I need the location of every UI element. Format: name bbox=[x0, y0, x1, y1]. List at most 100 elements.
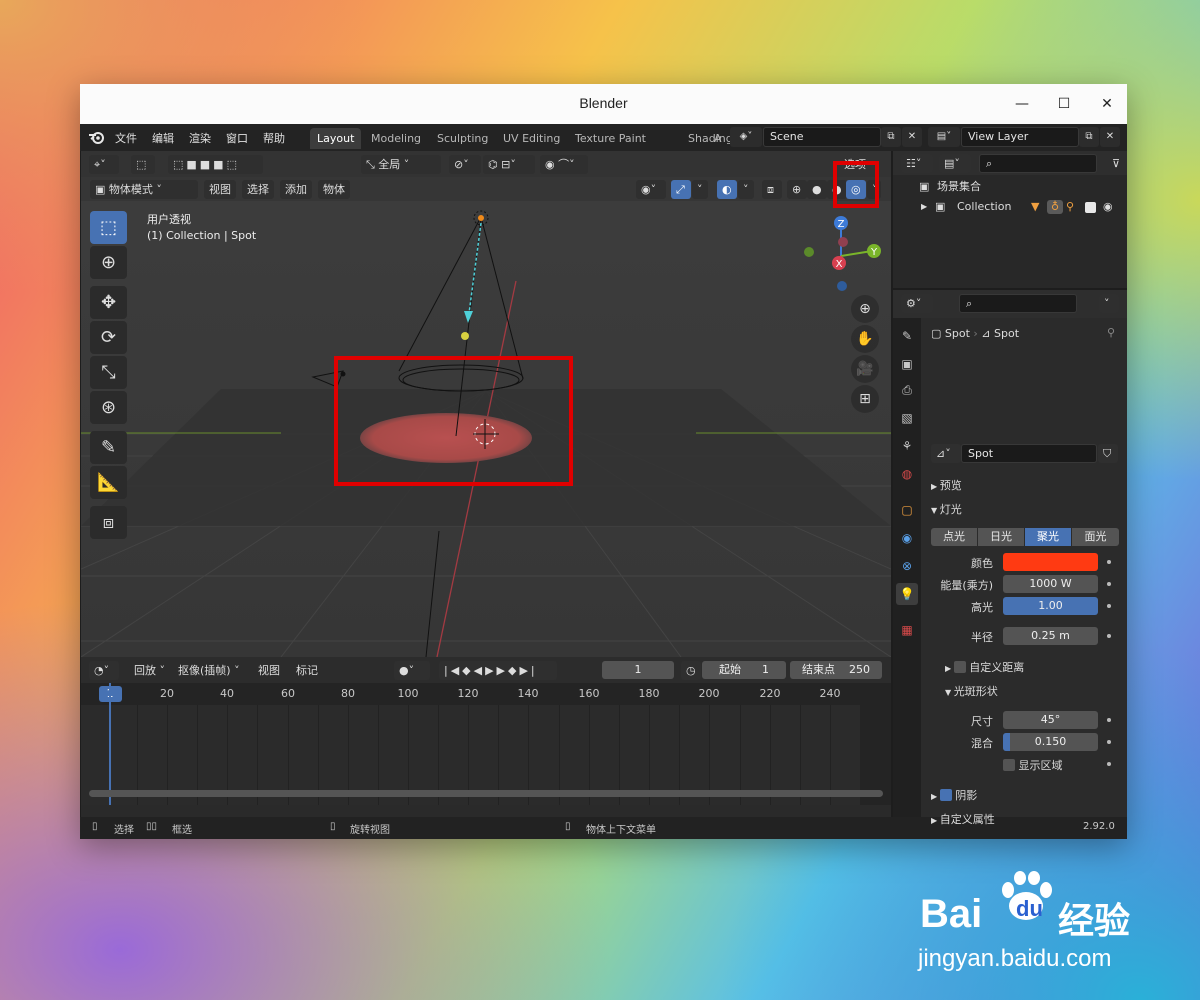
color-swatch[interactable] bbox=[1003, 553, 1098, 571]
menu-add[interactable]: 添加 bbox=[280, 180, 312, 199]
new-view-layer-icon[interactable]: ⧉ bbox=[1079, 127, 1099, 147]
maximize-button[interactable]: ☐ bbox=[1051, 92, 1077, 116]
tab-sculpting[interactable]: Sculpting bbox=[430, 128, 495, 149]
gizmo-dropdown-icon[interactable]: ˅ bbox=[692, 180, 708, 199]
cursor-tool-icon[interactable]: ⊕ bbox=[90, 246, 127, 279]
physics-tab-icon[interactable]: ◉ bbox=[896, 527, 918, 549]
timeline-editor-type-icon[interactable]: ◔˅ bbox=[89, 661, 119, 680]
expand-arrow-icon[interactable]: ▶ bbox=[921, 197, 927, 217]
animate-dot-icon[interactable] bbox=[1107, 560, 1111, 564]
spot-shape-subpanel-header[interactable]: ▼ 光斑形状 bbox=[945, 683, 998, 699]
close-button[interactable]: ✕ bbox=[1094, 92, 1120, 116]
preview-panel-header[interactable]: ▶ 预览 bbox=[931, 477, 962, 493]
menu-view[interactable]: 视图 bbox=[204, 180, 236, 199]
constraints-tab-icon[interactable]: ⊗ bbox=[896, 555, 918, 577]
menu-object[interactable]: 物体 bbox=[318, 180, 350, 199]
snap-icon[interactable]: ⌬ ⊟˅ bbox=[483, 155, 535, 174]
scene-name-field[interactable]: Scene bbox=[763, 127, 881, 147]
light-panel-header[interactable]: ▼ 灯光 bbox=[931, 501, 962, 517]
timeline-scrollbar[interactable] bbox=[89, 790, 883, 797]
show-cone-row[interactable]: 显示区域 bbox=[1003, 757, 1063, 773]
menu-edit[interactable]: 编辑 bbox=[152, 130, 174, 146]
marker-menu[interactable]: 标记 bbox=[291, 661, 323, 680]
blender-logo-icon[interactable] bbox=[88, 129, 106, 145]
proportional-edit-icon[interactable]: ◉ ⌒˅ bbox=[540, 155, 588, 174]
timeline-editor[interactable]: ◔˅ 回放 ˅ 抠像(插帧) ˅ 视图 标记 ●˅ |◀◆◀▶▶◆▶| 1 ◷ … bbox=[81, 657, 891, 817]
tool-tab-icon[interactable]: ✎ bbox=[896, 325, 918, 347]
tab-animation[interactable]: A bbox=[714, 128, 728, 149]
properties-search-input[interactable]: ⌕ bbox=[959, 294, 1077, 313]
transform-tool-icon[interactable]: ⊛ bbox=[90, 391, 127, 424]
display-mode-icon[interactable]: ▤˅ bbox=[939, 154, 971, 173]
zoom-icon[interactable]: ⊕ bbox=[851, 295, 879, 323]
camera-view-icon[interactable]: 🎥 bbox=[851, 355, 879, 383]
overlay-toggle-icon[interactable]: ◐ bbox=[717, 180, 737, 199]
pin-icon[interactable]: ⚲ bbox=[1107, 326, 1115, 339]
outliner-collection-row[interactable]: ▶ ▣ Collection ▼ ♁ ⚲ ◉ bbox=[893, 197, 1127, 217]
tab-texture-paint[interactable]: Texture Paint bbox=[568, 128, 653, 149]
timeline-body[interactable] bbox=[81, 683, 891, 805]
outliner-editor-type-icon[interactable]: ☷˅ bbox=[901, 154, 933, 173]
light-datablock-name-field[interactable]: Spot bbox=[961, 444, 1097, 463]
select-box-tool-icon[interactable]: ⬚ bbox=[90, 211, 127, 244]
frame-ruler[interactable]: 1 20 40 60 80 100 120 140 160 180 200 22… bbox=[81, 683, 891, 705]
filter-icon[interactable]: ⊽ bbox=[1107, 154, 1125, 173]
animate-dot-icon[interactable] bbox=[1107, 762, 1111, 766]
outliner[interactable]: ☷˅ ▤˅ ⌕ ⊽ ▣ 场景集合 ▶ ▣ Collection ▼ ♁ ⚲ ◉ bbox=[893, 151, 1127, 288]
wireframe-shading-icon[interactable]: ⊕ bbox=[787, 180, 807, 199]
3d-viewport[interactable]: ⌖˅ ⬚ ⬚■■■⬚ ⤡ 全局 ˅ ⊘˅ ⌬ ⊟˅ ◉ ⌒˅ 选项 ▣ 物体模式… bbox=[81, 151, 891, 657]
output-tab-icon[interactable]: ⎙ bbox=[896, 379, 918, 401]
gizmo-toggle-icon[interactable]: ⤢ bbox=[671, 180, 691, 199]
pivot-point-icon[interactable]: ⊘˅ bbox=[449, 155, 481, 174]
menu-select[interactable]: 选择 bbox=[242, 180, 274, 199]
menu-help[interactable]: 帮助 bbox=[263, 130, 285, 146]
properties-editor-type-icon[interactable]: ⚙˅ bbox=[901, 294, 933, 313]
keying-menu[interactable]: 抠像(插帧) ˅ bbox=[173, 661, 245, 680]
overlay-dropdown-icon[interactable]: ˅ bbox=[738, 180, 754, 199]
animate-dot-icon[interactable] bbox=[1107, 604, 1111, 608]
view-layer-tab-icon[interactable]: ▧ bbox=[896, 407, 918, 429]
minimize-button[interactable]: — bbox=[1009, 92, 1035, 116]
delete-view-layer-icon[interactable]: ✕ bbox=[1100, 127, 1120, 147]
timeline-view-menu[interactable]: 视图 bbox=[253, 661, 285, 680]
light-type-point[interactable]: 点光 bbox=[931, 528, 977, 546]
properties-editor[interactable]: ⚙˅ ⌕ ˅ ✎ ▣ ⎙ ▧ ⚘ ◍ ▢ ◉ ⊗ 💡 ▦ ▢ Spot › ⊿ … bbox=[893, 290, 1127, 826]
light-type-spot[interactable]: 聚光 bbox=[1025, 528, 1071, 546]
scene-tab-icon[interactable]: ⚘ bbox=[896, 435, 918, 457]
xray-icon[interactable]: ⧈ bbox=[762, 180, 782, 199]
light-data-tab-icon[interactable]: 💡 bbox=[896, 583, 918, 605]
eye-icon[interactable]: ◉ bbox=[1103, 197, 1113, 217]
light-datablock-browse-icon[interactable]: ⊿˅ bbox=[931, 444, 961, 463]
navigation-gizmo[interactable]: Z Y X bbox=[799, 211, 889, 291]
animate-dot-icon[interactable] bbox=[1107, 582, 1111, 586]
delete-scene-icon[interactable]: ✕ bbox=[902, 127, 922, 147]
visibility-icon[interactable]: ◉˅ bbox=[636, 180, 666, 199]
world-tab-icon[interactable]: ◍ bbox=[896, 463, 918, 485]
outliner-scene-collection[interactable]: ▣ 场景集合 bbox=[893, 177, 1127, 197]
menu-render[interactable]: 渲染 bbox=[189, 130, 211, 146]
radius-field[interactable]: 0.25 m bbox=[1003, 627, 1098, 645]
playhead-line[interactable] bbox=[109, 683, 111, 805]
rotate-tool-icon[interactable]: ⟳ bbox=[90, 321, 127, 354]
spot-size-field[interactable]: 45° bbox=[1003, 711, 1098, 729]
menu-window[interactable]: 窗口 bbox=[226, 130, 248, 146]
mode-dropdown[interactable]: ▣ 物体模式 ˅ bbox=[90, 180, 198, 199]
new-scene-icon[interactable]: ⧉ bbox=[881, 127, 901, 147]
show-cone-checkbox[interactable] bbox=[1003, 759, 1015, 771]
scene-selector-button[interactable]: ◈˅ bbox=[730, 127, 762, 147]
playback-controls[interactable]: |◀◆◀▶▶◆▶| bbox=[439, 661, 557, 680]
tab-uv-editing[interactable]: UV Editing bbox=[496, 128, 567, 149]
render-tab-icon[interactable]: ▣ bbox=[896, 353, 918, 375]
view-layer-selector-button[interactable]: ▤˅ bbox=[928, 127, 960, 147]
fake-user-shield-icon[interactable]: ⛉ bbox=[1098, 444, 1118, 463]
scale-tool-icon[interactable]: ⤡ bbox=[90, 356, 127, 389]
solid-shading-icon[interactable]: ● bbox=[807, 180, 827, 199]
power-field[interactable]: 1000 W bbox=[1003, 575, 1098, 593]
playback-menu[interactable]: 回放 ˅ bbox=[129, 661, 170, 680]
exclude-checkbox[interactable] bbox=[1085, 202, 1096, 213]
light-type-area[interactable]: 面光 bbox=[1072, 528, 1119, 546]
selection-mode-buttons[interactable]: ⬚■■■⬚ bbox=[168, 155, 263, 174]
custom-distance-subpanel[interactable]: ▶ 自定义距离 bbox=[945, 659, 1024, 675]
outliner-search-input[interactable]: ⌕ bbox=[979, 154, 1097, 173]
custom-distance-checkbox[interactable] bbox=[953, 661, 966, 673]
